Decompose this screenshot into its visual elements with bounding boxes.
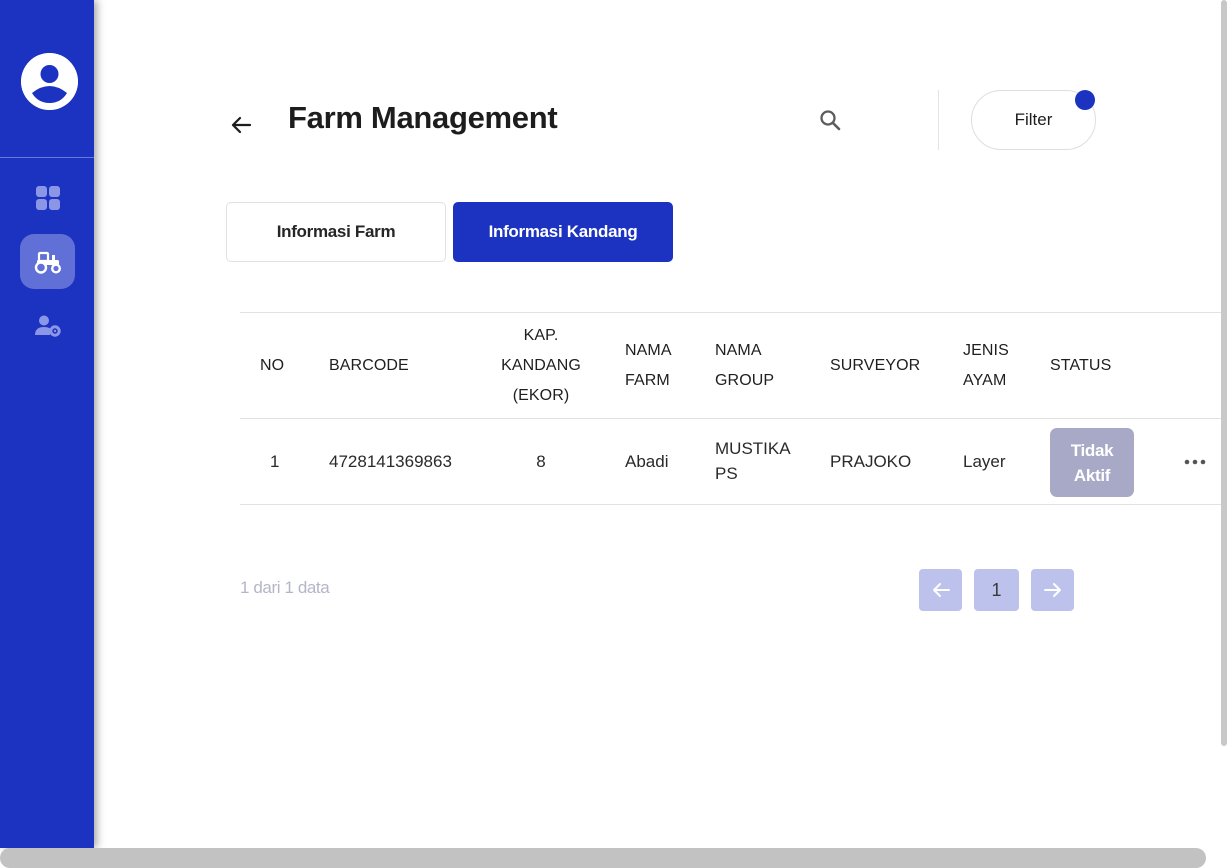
cell-barcode: 4728141369863 xyxy=(329,452,452,471)
pagination-page-button[interactable]: 1 xyxy=(974,569,1019,611)
arrow-left-icon xyxy=(231,116,252,134)
column-header-nama-farm-line2: FARM xyxy=(625,372,670,389)
tab-informasi-farm[interactable]: Informasi Farm xyxy=(226,202,446,262)
cell-kapasitas: 8 xyxy=(536,452,546,471)
search-icon xyxy=(820,110,841,131)
page-title: Farm Management xyxy=(288,100,558,135)
horizontal-scrollbar[interactable] xyxy=(0,848,1206,868)
sidebar xyxy=(0,0,94,848)
cell-nama-group: MUSTIKA PS xyxy=(715,436,791,486)
tractor-icon xyxy=(34,251,61,274)
sidebar-item-dashboard[interactable] xyxy=(20,170,75,225)
column-header-nama-group: NAMA GROUP xyxy=(715,336,774,396)
search-button[interactable] xyxy=(815,105,845,135)
table-header: NO BARCODE KAP. KANDANG (EKOR) NAMA FARM… xyxy=(240,312,1227,419)
column-header-jenis-ayam-line1: JENIS xyxy=(963,342,1009,359)
avatar[interactable] xyxy=(21,53,78,110)
table-row[interactable]: 1 4728141369863 8 Abadi MUSTIKA PS PRAJO… xyxy=(240,419,1227,505)
cell-nama-group-line2: PS xyxy=(715,464,738,483)
pagination-prev-button[interactable] xyxy=(919,569,962,611)
column-header-no: NO xyxy=(260,357,285,374)
column-header-nama-group-line1: NAMA xyxy=(715,342,762,359)
column-header-barcode: BARCODE xyxy=(329,357,409,374)
column-header-status: STATUS xyxy=(1050,357,1112,374)
sidebar-item-farm[interactable] xyxy=(20,234,75,289)
back-button[interactable] xyxy=(226,110,256,140)
status-badge-line1: Tidak xyxy=(1070,440,1114,460)
column-header-kapasitas-line1: KAP. xyxy=(523,327,559,344)
kandang-table: NO BARCODE KAP. KANDANG (EKOR) NAMA FARM… xyxy=(240,312,1227,505)
column-header-jenis-ayam: JENIS AYAM xyxy=(963,336,1009,396)
user-avatar-icon xyxy=(21,53,78,110)
cell-nama-farm: Abadi xyxy=(625,452,669,471)
column-header-kapasitas: KAP. KANDANG (EKOR) xyxy=(498,321,584,411)
arrow-right-icon xyxy=(1043,583,1061,597)
data-count-summary: 1 dari 1 data xyxy=(240,578,330,597)
column-header-jenis-ayam-line2: AYAM xyxy=(963,372,1007,389)
column-header-nama-group-line2: GROUP xyxy=(715,372,775,389)
cell-jenis-ayam: Layer xyxy=(963,452,1006,471)
app-root: Farm Management Filter Informasi Farm In… xyxy=(0,0,1227,868)
column-header-nama-farm: NAMA FARM xyxy=(625,336,672,396)
sidebar-divider xyxy=(0,157,94,158)
cell-nama-group-line1: MUSTIKA xyxy=(715,439,791,458)
cell-surveyor: PRAJOKO xyxy=(830,452,912,471)
column-header-kapasitas-line2: KANDANG xyxy=(501,357,581,374)
row-actions-button[interactable] xyxy=(1180,451,1210,473)
arrow-left-icon xyxy=(932,583,950,597)
header-divider xyxy=(938,90,939,150)
more-horizontal-icon xyxy=(1184,459,1206,465)
vertical-scrollbar[interactable] xyxy=(1221,0,1227,746)
status-badge: Tidak Aktif xyxy=(1050,428,1134,497)
pagination-next-button[interactable] xyxy=(1031,569,1074,611)
user-gear-icon xyxy=(34,315,61,337)
cell-no: 1 xyxy=(270,452,280,471)
column-header-nama-farm-line1: NAMA xyxy=(625,342,672,359)
sidebar-item-user-settings[interactable] xyxy=(20,298,75,353)
column-header-kapasitas-line3: (EKOR) xyxy=(512,387,570,404)
status-badge-line2: Aktif xyxy=(1073,465,1111,485)
dashboard-icon xyxy=(35,185,60,210)
filter-active-indicator xyxy=(1075,90,1095,110)
column-header-surveyor: SURVEYOR xyxy=(830,357,921,374)
tab-informasi-kandang[interactable]: Informasi Kandang xyxy=(453,202,673,262)
